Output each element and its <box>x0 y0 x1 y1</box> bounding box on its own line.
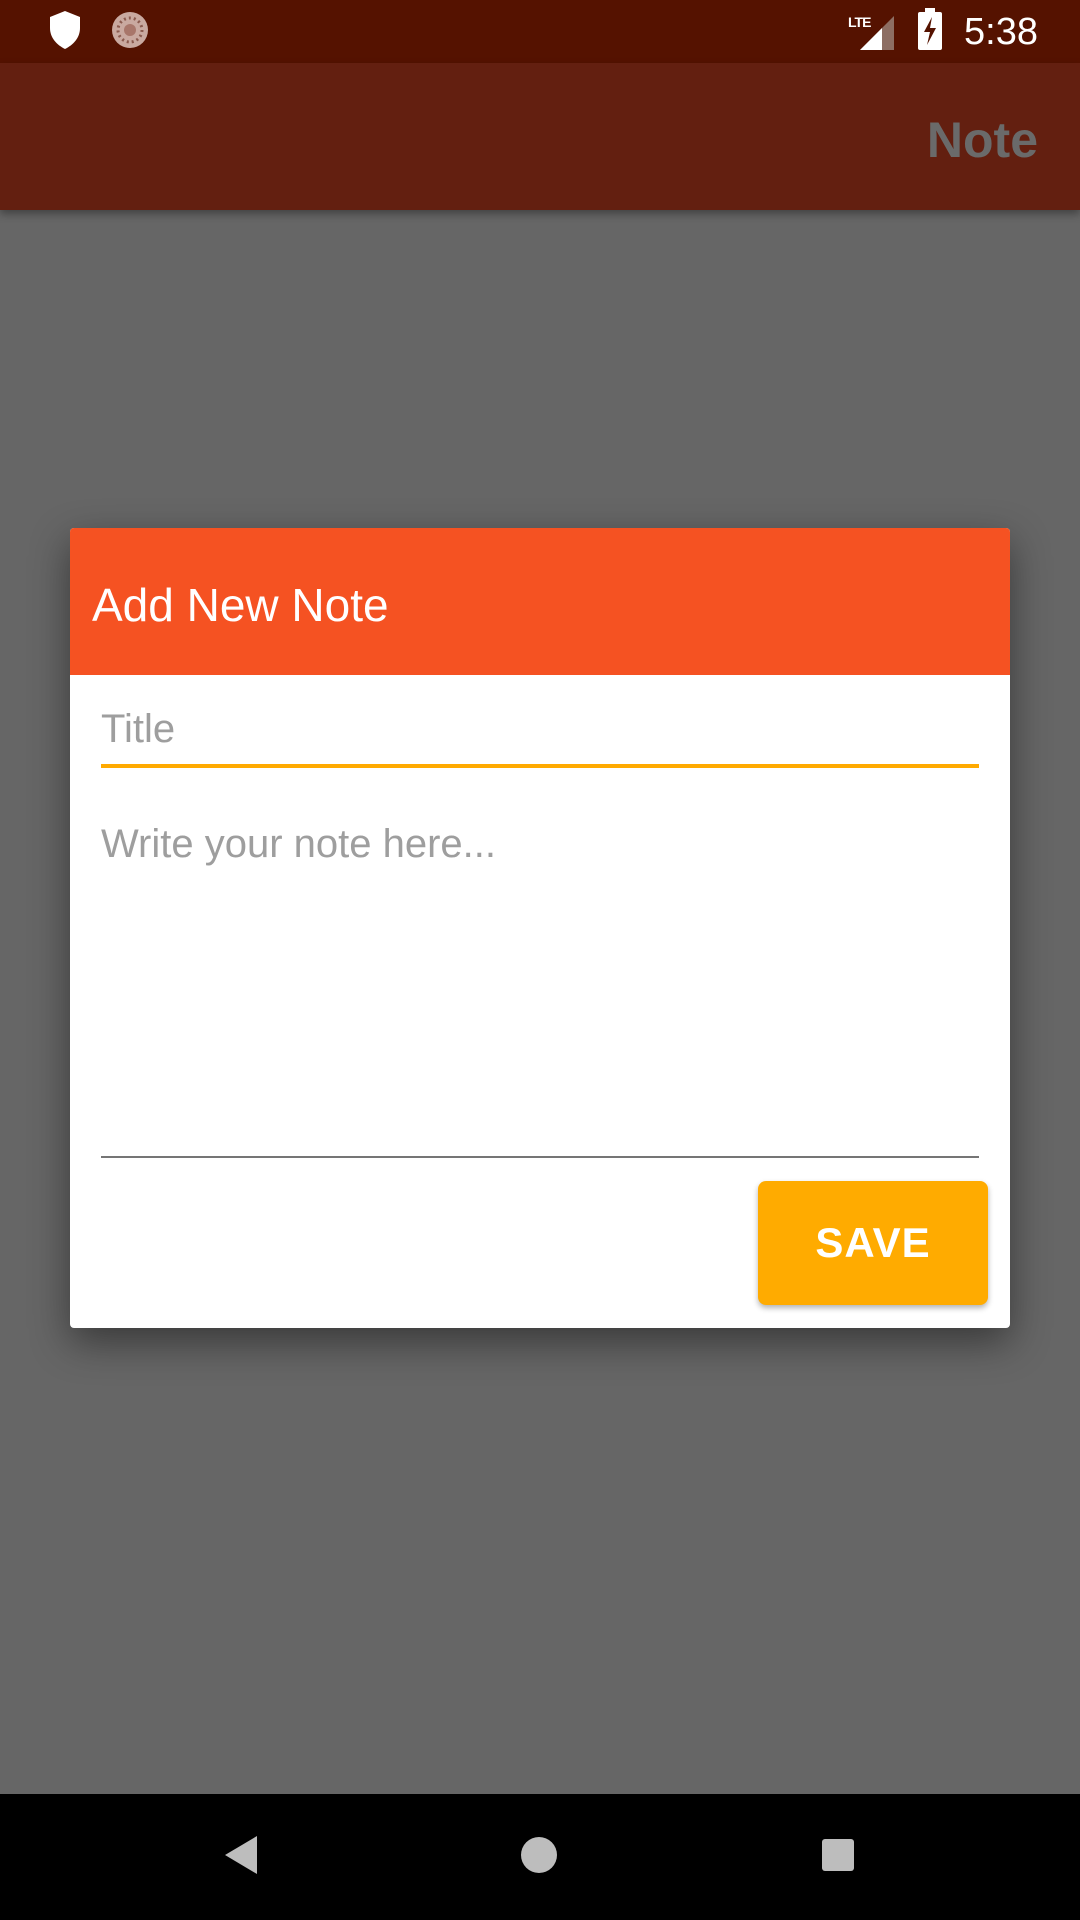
add-note-dialog: Add New Note SAVE <box>70 528 1010 1328</box>
recents-button[interactable] <box>813 1832 863 1882</box>
screen: LTE 5:38 Note Add New Note Title Write y… <box>0 0 1080 1920</box>
status-bar: LTE 5:38 <box>0 0 1080 63</box>
title-input-underline <box>101 764 979 768</box>
lte-signal-icon: LTE <box>848 12 896 52</box>
home-button[interactable] <box>514 1832 564 1882</box>
app-title: Note <box>926 112 1038 168</box>
save-button[interactable]: SAVE <box>758 1181 988 1305</box>
navigation-bar <box>0 1794 1080 1920</box>
recents-icon <box>820 1837 856 1878</box>
sync-icon <box>110 10 150 55</box>
dialog-header: Add New Note <box>70 528 1010 675</box>
home-icon <box>519 1835 559 1880</box>
back-icon <box>221 1834 261 1881</box>
title-input[interactable] <box>101 698 979 760</box>
status-notifications <box>48 10 150 55</box>
back-button[interactable] <box>216 1832 266 1882</box>
dialog-title: Add New Note <box>92 579 389 631</box>
note-body-input[interactable] <box>101 818 979 1148</box>
clock: 5:38 <box>964 10 1038 53</box>
battery-charging-icon <box>918 8 943 55</box>
shield-icon <box>48 10 82 55</box>
app-bar: Note <box>0 63 1080 210</box>
status-system: LTE 5:38 <box>848 8 1038 55</box>
note-body-underline <box>101 1156 979 1158</box>
